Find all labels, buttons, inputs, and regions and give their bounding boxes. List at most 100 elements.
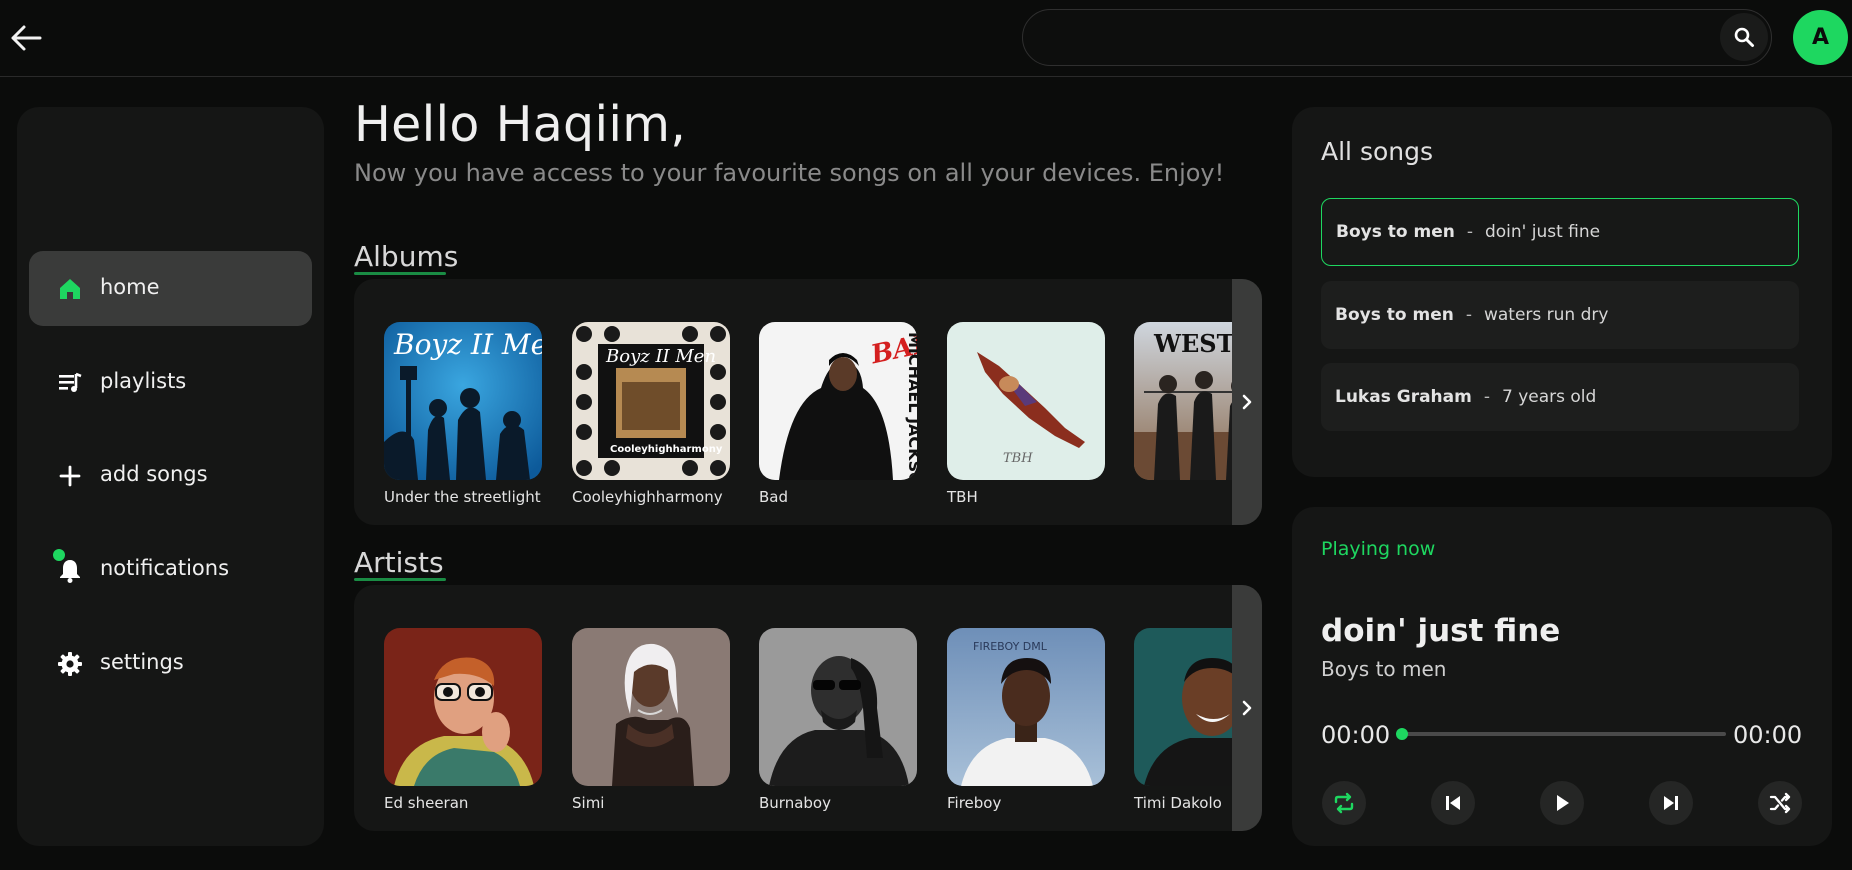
all-songs-panel: All songs Boys to men - doin' just fine … xyxy=(1292,107,1832,477)
all-songs-title: All songs xyxy=(1321,137,1433,166)
svg-text:Boyz II Men: Boyz II Men xyxy=(605,346,716,367)
albums-heading-text: Albums xyxy=(354,240,459,273)
search-input[interactable] xyxy=(1043,10,1683,65)
album-cover: Boyz II Men Cooleyhighharmony xyxy=(572,322,730,480)
svg-text:Cooleyhighharmony: Cooleyhighharmony xyxy=(610,444,723,455)
svg-text:TBH: TBH xyxy=(1003,451,1033,466)
album-cover: TBH xyxy=(947,322,1105,480)
song-artist: Lukas Graham xyxy=(1335,387,1472,407)
bell-icon xyxy=(57,557,83,583)
song-title: 7 years old xyxy=(1502,387,1597,407)
artist-photo: FIREBOY DML xyxy=(947,628,1105,786)
next-button[interactable] xyxy=(1649,781,1693,825)
album-name: Bad xyxy=(759,488,789,506)
song-artist: Boys to men xyxy=(1335,305,1454,325)
now-playing-panel: Playing now doin' just fine Boys to men … xyxy=(1292,507,1832,846)
song-artist: Boys to men xyxy=(1336,222,1455,242)
gear-icon xyxy=(57,651,83,677)
artist-name: Ed sheeran xyxy=(384,794,469,812)
sidebar-item-label: home xyxy=(100,275,160,299)
song-separator: - xyxy=(1483,387,1490,407)
album-card[interactable]: Boyz II Men Under the streetlight xyxy=(384,322,542,506)
artist-card[interactable]: FIREBOY DML Fireboy xyxy=(947,628,1105,812)
artists-heading-text: Artists xyxy=(354,546,444,579)
seek-handle[interactable] xyxy=(1396,728,1408,740)
albums-next-button[interactable] xyxy=(1232,279,1262,525)
shuffle-button[interactable] xyxy=(1758,781,1802,825)
sidebar-item-label: settings xyxy=(100,650,184,674)
user-avatar[interactable]: A xyxy=(1793,10,1848,65)
play-button[interactable] xyxy=(1540,781,1584,825)
artist-card[interactable]: Simi xyxy=(572,628,730,812)
artists-heading: Artists xyxy=(354,546,446,581)
repeat-icon xyxy=(1334,792,1354,814)
plus-icon xyxy=(57,463,83,489)
heading-underline xyxy=(354,272,446,275)
arrow-left-icon xyxy=(11,25,42,51)
current-time: 00:00 xyxy=(1321,721,1391,749)
previous-button[interactable] xyxy=(1431,781,1475,825)
artist-card[interactable]: Burnaboy xyxy=(759,628,917,812)
artist-photo xyxy=(572,628,730,786)
search-icon xyxy=(1734,27,1754,47)
artist-photo xyxy=(384,628,542,786)
skip-previous-icon xyxy=(1446,796,1460,810)
album-name: TBH xyxy=(947,488,978,506)
album-name: Under the streetlight xyxy=(384,488,541,506)
song-separator: - xyxy=(1466,222,1473,242)
now-playing-artist: Boys to men xyxy=(1321,657,1447,681)
shuffle-icon xyxy=(1769,792,1791,814)
artists-carousel: Ed sheeran Simi Burnaboy FIREBOY DML Fir… xyxy=(354,585,1262,831)
sidebar-item-label: add songs xyxy=(100,462,208,486)
repeat-button[interactable] xyxy=(1322,781,1366,825)
sidebar-item-playlists[interactable]: playlists xyxy=(29,345,312,420)
seek-bar[interactable] xyxy=(1396,728,1726,740)
play-icon xyxy=(1557,795,1569,811)
song-row[interactable]: Boys to men - doin' just fine xyxy=(1321,198,1799,266)
artist-card[interactable]: Ed sheeran xyxy=(384,628,542,812)
total-time: 00:00 xyxy=(1733,721,1803,749)
sidebar: home playlists add songs notifications s… xyxy=(17,107,324,846)
svg-text:MICHAEL JACKSON: MICHAEL JACKSON xyxy=(905,332,917,480)
artist-name: Fireboy xyxy=(947,794,1002,812)
top-bar: A xyxy=(0,0,1852,77)
playlist-icon xyxy=(57,370,83,396)
playing-now-label: Playing now xyxy=(1321,538,1436,560)
song-title: waters run dry xyxy=(1483,305,1609,325)
artist-name: Simi xyxy=(572,794,605,812)
album-card[interactable]: Boyz II Men Cooleyhighharmony Cooleyhigh… xyxy=(572,322,730,506)
artist-photo xyxy=(759,628,917,786)
albums-heading: Albums xyxy=(354,240,459,275)
sidebar-item-label: notifications xyxy=(100,556,230,580)
sidebar-item-add-songs[interactable]: add songs xyxy=(29,438,312,513)
svg-text:FIREBOY DML: FIREBOY DML xyxy=(973,640,1048,653)
sidebar-item-home[interactable]: home xyxy=(29,251,312,326)
svg-text:Boyz II Men: Boyz II Men xyxy=(393,328,542,361)
song-row[interactable]: Lukas Graham - 7 years old xyxy=(1321,363,1799,431)
artists-next-button[interactable] xyxy=(1232,585,1262,831)
skip-next-icon xyxy=(1664,796,1678,810)
album-cover: BAD MICHAEL JACKSON xyxy=(759,322,917,480)
search-button[interactable] xyxy=(1720,13,1768,61)
sidebar-item-label: playlists xyxy=(100,369,187,393)
song-separator: - xyxy=(1465,305,1472,325)
artist-name: Burnaboy xyxy=(759,794,831,812)
album-card[interactable]: BAD MICHAEL JACKSON Bad xyxy=(759,322,917,506)
sidebar-item-settings[interactable]: settings xyxy=(29,626,312,701)
chevron-right-icon xyxy=(1242,394,1252,410)
home-icon xyxy=(57,276,83,302)
chevron-right-icon xyxy=(1242,700,1252,716)
album-card[interactable]: TBH TBH xyxy=(947,322,1105,506)
greeting-heading: Hello Haqiim, xyxy=(354,96,687,153)
song-title: doin' just fine xyxy=(1484,222,1601,242)
search-bar xyxy=(1022,9,1772,66)
song-row[interactable]: Boys to men - waters run dry xyxy=(1321,281,1799,349)
albums-carousel: Boyz II Men Under the streetlight Boyz I… xyxy=(354,279,1262,525)
back-button[interactable] xyxy=(8,20,44,56)
sidebar-item-notifications[interactable]: notifications xyxy=(29,532,312,607)
album-name: Cooleyhighharmony xyxy=(572,488,723,506)
greeting-subtitle: Now you have access to your favourite so… xyxy=(354,159,1225,187)
heading-underline xyxy=(354,578,446,581)
album-cover: Boyz II Men xyxy=(384,322,542,480)
now-playing-title: doin' just fine xyxy=(1321,613,1561,649)
